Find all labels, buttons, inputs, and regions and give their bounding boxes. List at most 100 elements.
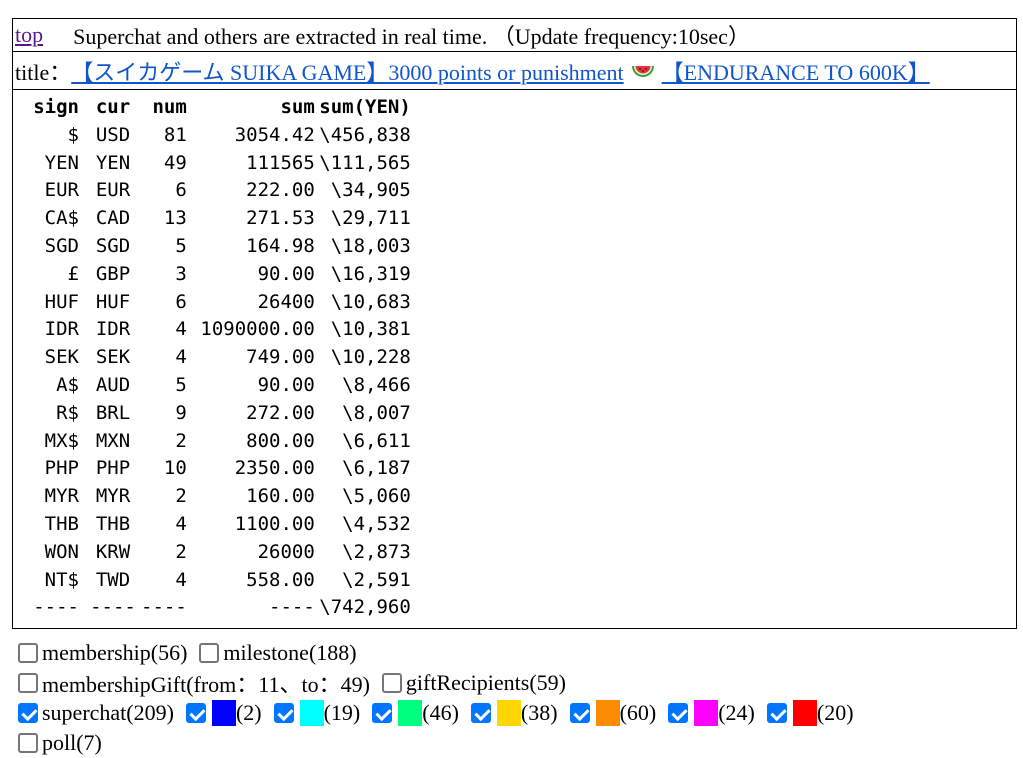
checkbox-label: superchat(209) — [42, 700, 174, 725]
checkbox[interactable] — [18, 703, 38, 723]
cell-sum: ---- — [269, 596, 315, 619]
checkbox[interactable] — [766, 703, 787, 723]
stream-title-link[interactable]: 【スイカゲーム SUIKA GAME】3000 points or punish… — [71, 55, 930, 87]
filter-superchat-tier[interactable]: (20) — [766, 700, 854, 726]
filter-membership[interactable]: membership(56) — [18, 640, 187, 666]
cell-sum: 558.00 — [246, 568, 315, 591]
cell-sum-yen: \18,003 — [330, 234, 411, 257]
cell-sum-yen: \16,319 — [330, 262, 411, 285]
cell-sign: £ — [67, 262, 79, 285]
table-row: A$ AUD 5 90.00 \8,466 — [27, 372, 411, 400]
cell-num: 2 — [175, 540, 187, 563]
filter-giftRecipients[interactable]: giftRecipients(59) — [381, 670, 566, 696]
cell-num: 2 — [175, 429, 187, 452]
checkbox[interactable] — [668, 703, 689, 723]
cell-sign: $ — [67, 123, 79, 146]
table-row: WON KRW 2 26000 \2,873 — [27, 539, 411, 567]
table-row: THB THB 4 1100.00 \4,532 — [27, 511, 411, 539]
cell-cur: HUF — [95, 290, 131, 313]
cell-sum-yen: \10,228 — [330, 346, 411, 369]
table-row: R$ BRL 9 272.00 \8,007 — [27, 400, 411, 428]
cell-cur: TWD — [95, 568, 131, 591]
filter-poll[interactable]: poll(7) — [18, 730, 102, 756]
checkbox[interactable] — [18, 673, 38, 693]
filter-superchat-tier[interactable]: (46) — [372, 700, 459, 726]
cell-cur: IDR — [95, 318, 131, 341]
cell-sign: PHP — [44, 457, 79, 480]
cell-sum-yen: \5,060 — [342, 485, 411, 508]
cell-cur: SEK — [95, 346, 131, 369]
cell-num: 5 — [175, 234, 187, 257]
checkbox-label: membershipGift(from：11、to：49) — [42, 672, 370, 697]
tier-count: (20) — [816, 700, 854, 725]
title-prefix: title： — [15, 59, 72, 85]
filter-row: membership(56) milestone(188) — [18, 638, 866, 668]
checkbox[interactable] — [273, 703, 294, 723]
cell-cur: GBP — [95, 262, 131, 285]
table-row: $ USD 81 3054.42 \456,838 — [27, 122, 411, 150]
checkbox[interactable] — [18, 643, 38, 663]
cell-num: 3 — [175, 262, 187, 285]
cell-sum: 90.00 — [257, 262, 315, 285]
cell-sum-yen: \6,611 — [342, 429, 411, 452]
table-row: YEN YEN 49 111565 \111,565 — [27, 150, 411, 178]
checkbox[interactable] — [185, 703, 206, 723]
filter-panel: membership(56) milestone(188) membershipG… — [18, 638, 866, 758]
tier-count: (38) — [520, 700, 558, 725]
cell-cur: USD — [95, 123, 131, 146]
cell-sign: EUR — [44, 179, 79, 202]
cell-sign: YEN — [44, 151, 79, 174]
table-row: SEK SEK 4 749.00 \10,228 — [27, 344, 411, 372]
checkbox[interactable] — [470, 703, 491, 723]
cell-sum-yen: \2,873 — [342, 540, 411, 563]
cell-sum-yen: \2,591 — [342, 568, 411, 591]
filter-superchat-tier[interactable]: (19) — [273, 700, 361, 726]
tier-color-swatch — [595, 700, 620, 726]
filter-superchat-tier[interactable]: (2) — [185, 700, 262, 726]
tier-color-swatch — [398, 700, 423, 726]
cell-sum: 3054.42 — [234, 123, 315, 146]
cell-cur: AUD — [95, 373, 131, 396]
tier-count: (19) — [323, 700, 361, 725]
checkbox-label: giftRecipients(59) — [405, 670, 566, 695]
cell-num: 10 — [163, 457, 187, 480]
cell-sum: 800.00 — [246, 429, 315, 452]
cell-sum: 272.00 — [246, 401, 315, 424]
cell-sign: MX$ — [44, 429, 79, 452]
cell-num: 4 — [175, 318, 187, 341]
checkbox[interactable] — [569, 703, 590, 723]
table-row: NT$ TWD 4 558.00 \2,591 — [27, 567, 411, 595]
top-link[interactable]: top — [15, 22, 43, 48]
checkbox[interactable] — [372, 703, 393, 723]
table-row: MX$ MXN 2 800.00 \6,611 — [27, 428, 411, 456]
cell-num: 4 — [175, 512, 187, 535]
filter-membershipGift[interactable]: membershipGift(from：11、to：49) — [18, 667, 370, 699]
cell-cur: YEN — [95, 151, 131, 174]
cell-cur: SGD — [95, 234, 131, 257]
cell-sum-yen: \34,905 — [330, 179, 411, 202]
cell-sign: SEK — [44, 346, 79, 369]
cell-sum: 26000 — [257, 540, 315, 563]
cell-sign: A$ — [56, 373, 79, 396]
cell-sum-yen: \10,381 — [330, 318, 411, 341]
checkbox[interactable] — [381, 673, 402, 693]
cell-num: 4 — [175, 346, 187, 369]
superchat-filter-row: superchat(209) (2) (19) (46) (38) (60) (24) (20… — [18, 698, 866, 728]
table-row: IDR IDR 4 1090000.00 \10,381 — [27, 316, 411, 344]
cell-sum: 222.00 — [246, 179, 315, 202]
table-row: PHP PHP 10 2350.00 \6,187 — [27, 455, 411, 483]
filter-superchat-tier[interactable]: (24) — [668, 700, 755, 726]
cell-sign: THB — [44, 512, 79, 535]
checkbox[interactable] — [18, 733, 38, 753]
cell-sign: ---- — [33, 596, 79, 619]
cell-num: 49 — [163, 151, 187, 174]
filter-superchat-tier[interactable]: (38) — [470, 700, 558, 726]
cell-cur: ---- — [90, 596, 136, 619]
checkbox[interactable] — [199, 643, 220, 663]
filter-milestone[interactable]: milestone(188) — [199, 640, 357, 666]
watermelon-icon — [631, 65, 654, 77]
filter-superchat[interactable]: superchat(209) — [18, 700, 174, 726]
filter-superchat-tier[interactable]: (60) — [569, 700, 656, 726]
table-header-row: sign cur num sum sum(YEN) — [27, 94, 411, 122]
filter-row: membershipGift(from：11、to：49) giftRecipie… — [18, 668, 866, 698]
